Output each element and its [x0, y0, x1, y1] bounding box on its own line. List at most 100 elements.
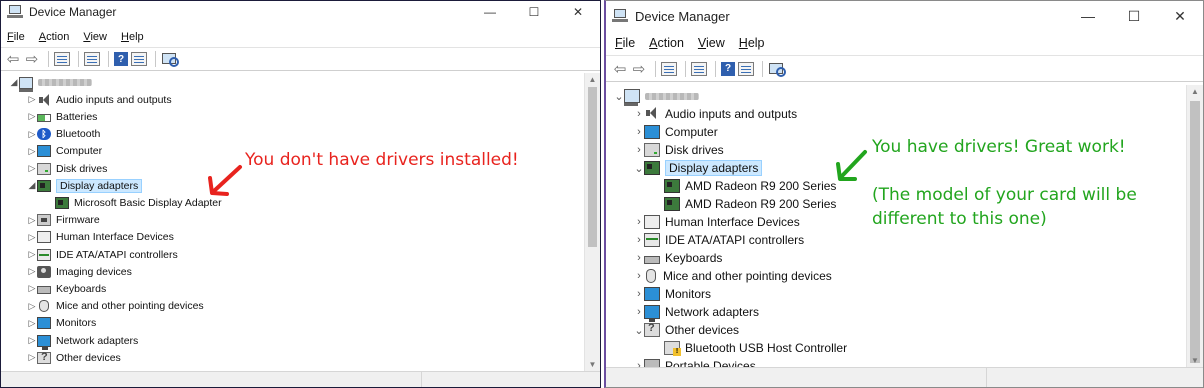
- expand-toggle-icon[interactable]: ▷: [27, 215, 37, 226]
- tree-category[interactable]: ▷ Monitors: [1, 315, 584, 332]
- back-arrow-icon[interactable]: ⇦: [612, 61, 628, 78]
- tree-item-label: Monitors: [56, 317, 97, 330]
- tree-category[interactable]: › IDE ATA/ATAPI controllers: [606, 231, 1186, 249]
- expand-toggle-icon[interactable]: ›: [634, 270, 644, 282]
- close-button[interactable]: ✕: [556, 1, 600, 23]
- tree-category[interactable]: ⌄ Display adapters: [606, 159, 1186, 177]
- tree-category[interactable]: ▷ Firmware: [1, 212, 584, 229]
- tree-category[interactable]: ▷ Audio inputs and outputs: [1, 91, 584, 108]
- title-bar[interactable]: Device Manager — ☐ ✕: [1, 1, 600, 23]
- expand-toggle-icon[interactable]: ▷: [27, 129, 37, 140]
- expand-toggle-icon[interactable]: ⌄: [634, 324, 644, 337]
- expand-toggle-icon[interactable]: ◢: [27, 180, 37, 191]
- tree-category[interactable]: ◢ Display adapters: [1, 177, 584, 194]
- properties-icon[interactable]: [691, 61, 707, 76]
- expand-toggle-icon[interactable]: ⌄: [614, 90, 624, 103]
- tree-category[interactable]: › Audio inputs and outputs: [606, 105, 1186, 123]
- menu-action[interactable]: Action: [649, 36, 684, 50]
- maximize-button[interactable]: ☐: [1111, 1, 1157, 31]
- tree-category[interactable]: › Mice and other pointing devices: [606, 267, 1186, 285]
- scrollbar-thumb[interactable]: [588, 87, 597, 247]
- expand-toggle-icon[interactable]: ▷: [27, 163, 37, 174]
- expand-toggle-icon[interactable]: ▷: [27, 249, 37, 260]
- close-button[interactable]: ✕: [1157, 1, 1203, 31]
- tree-category[interactable]: › Monitors: [606, 285, 1186, 303]
- tree-device[interactable]: Microsoft Basic Display Adapter: [1, 194, 584, 211]
- tree-category[interactable]: ▷ ᛒ Bluetooth: [1, 126, 584, 143]
- toolbar-separator: [655, 60, 656, 77]
- expand-toggle-icon[interactable]: ›: [634, 234, 644, 246]
- menu-view[interactable]: View: [83, 31, 107, 43]
- expand-toggle-icon[interactable]: ›: [634, 216, 644, 228]
- scroll-down-icon[interactable]: ▼: [1187, 356, 1203, 365]
- tree-category[interactable]: ▷ Keyboards: [1, 280, 584, 297]
- tree-category[interactable]: ▷ Other devices: [1, 349, 584, 366]
- expand-toggle-icon[interactable]: ▷: [27, 266, 37, 277]
- tree-category[interactable]: › Network adapters: [606, 303, 1186, 322]
- menu-help[interactable]: Help: [739, 36, 765, 50]
- tree-category[interactable]: ▷ IDE ATA/ATAPI controllers: [1, 246, 584, 263]
- tree-category[interactable]: ▷ Network adapters: [1, 332, 584, 350]
- tree-category[interactable]: ▷ Imaging devices: [1, 263, 584, 280]
- menu-help[interactable]: Help: [121, 31, 144, 43]
- title-bar[interactable]: Device Manager — ☐ ✕: [606, 1, 1203, 31]
- hid-icon: [644, 215, 660, 229]
- expand-toggle-icon[interactable]: ◢: [9, 77, 19, 88]
- action-pane-icon[interactable]: [738, 61, 754, 76]
- tree-category[interactable]: ▷ Batteries: [1, 108, 584, 125]
- help-icon[interactable]: ?: [721, 61, 735, 76]
- properties-icon[interactable]: [84, 52, 100, 66]
- scroll-up-icon[interactable]: ▲: [585, 75, 600, 84]
- computer-icon: [624, 89, 640, 106]
- expand-toggle-icon[interactable]: ▷: [27, 318, 37, 329]
- menu-view[interactable]: View: [698, 36, 725, 50]
- expand-toggle-icon[interactable]: ›: [634, 126, 644, 138]
- expand-toggle-icon[interactable]: ▷: [27, 94, 37, 105]
- expand-toggle-icon[interactable]: ▷: [27, 352, 37, 363]
- tree-item-label: Other devices: [56, 351, 121, 364]
- expand-toggle-icon[interactable]: ›: [634, 252, 644, 264]
- show-hide-console-tree-icon[interactable]: [54, 52, 70, 66]
- maximize-button[interactable]: ☐: [512, 1, 556, 23]
- scan-hardware-icon[interactable]: [768, 62, 786, 77]
- expand-toggle-icon[interactable]: ▷: [27, 301, 37, 312]
- display-adapter-icon: [55, 196, 69, 209]
- expand-toggle-icon[interactable]: ▷: [27, 146, 37, 157]
- show-hide-console-tree-icon[interactable]: [661, 61, 677, 76]
- tree-category[interactable]: ▷ Mice and other pointing devices: [1, 298, 584, 315]
- scan-hardware-icon[interactable]: [161, 52, 179, 67]
- tree-category[interactable]: ⌄ Other devices: [606, 321, 1186, 339]
- vertical-scrollbar[interactable]: ▲ ▼: [1186, 85, 1203, 367]
- tree-root[interactable]: ◢: [1, 74, 584, 92]
- expand-toggle-icon[interactable]: ›: [634, 288, 644, 300]
- red-arrow-icon: [208, 165, 242, 196]
- action-pane-icon[interactable]: [131, 52, 147, 66]
- forward-arrow-icon[interactable]: ⇨: [24, 51, 40, 68]
- menu-action[interactable]: Action: [39, 31, 70, 43]
- tree-category[interactable]: › Keyboards: [606, 249, 1186, 267]
- menu-file[interactable]: File: [615, 36, 635, 50]
- toolbar-separator: [715, 60, 716, 77]
- back-arrow-icon[interactable]: ⇦: [5, 51, 21, 68]
- expand-toggle-icon[interactable]: ›: [634, 144, 644, 156]
- vertical-scrollbar[interactable]: ▲ ▼: [584, 73, 600, 371]
- tree-device[interactable]: Bluetooth USB Host Controller: [606, 339, 1186, 357]
- expand-toggle-icon[interactable]: ▷: [27, 111, 37, 122]
- minimize-button[interactable]: —: [1065, 1, 1111, 31]
- help-icon[interactable]: ?: [114, 52, 128, 66]
- expand-toggle-icon[interactable]: ›: [634, 108, 644, 120]
- battery-icon: [37, 113, 51, 122]
- expand-toggle-icon[interactable]: ▷: [27, 232, 37, 243]
- scroll-down-icon[interactable]: ▼: [585, 360, 600, 369]
- scrollbar-thumb[interactable]: [1190, 101, 1200, 363]
- tree-root[interactable]: ⌄: [606, 87, 1186, 106]
- menu-file[interactable]: File: [7, 31, 25, 43]
- expand-toggle-icon[interactable]: ▷: [27, 283, 37, 294]
- scroll-up-icon[interactable]: ▲: [1187, 87, 1203, 96]
- minimize-button[interactable]: —: [468, 1, 512, 23]
- expand-toggle-icon[interactable]: ▷: [27, 335, 37, 346]
- forward-arrow-icon[interactable]: ⇨: [631, 61, 647, 78]
- expand-toggle-icon[interactable]: ›: [634, 306, 644, 318]
- expand-toggle-icon[interactable]: ⌄: [634, 162, 644, 175]
- tree-category[interactable]: ▷ Human Interface Devices: [1, 229, 584, 246]
